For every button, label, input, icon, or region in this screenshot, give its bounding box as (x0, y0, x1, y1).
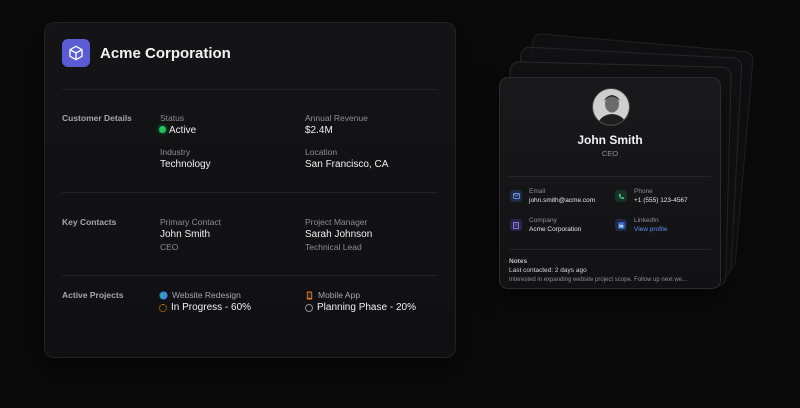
profile-divider (509, 249, 711, 250)
notes-text: Interested in expanding website project … (509, 277, 688, 283)
email-value[interactable]: john.smith@acme.com (529, 197, 595, 204)
phone-label: Phone (634, 188, 653, 195)
revenue-label: Annual Revenue (305, 113, 368, 123)
company-header: Acme Corporation (62, 39, 231, 67)
linkedin-icon: in (615, 219, 627, 231)
cube-icon (62, 39, 90, 67)
project-name: Website Redesign (172, 290, 241, 300)
status-value: Active (169, 125, 197, 136)
linkedin-label: LinkedIn (634, 217, 659, 224)
spinner-icon (159, 303, 167, 312)
header-divider (62, 89, 438, 90)
phone-value[interactable]: +1 (555) 123-4567 (634, 197, 688, 204)
industry-label: Industry (160, 147, 191, 157)
section-label-customer-details: Customer Details (62, 113, 132, 123)
profile-card[interactable]: John Smith CEO Email john.smith@acme.com… (499, 77, 721, 289)
stage: Acme Corporation Customer Details Status… (0, 0, 800, 408)
company-value: Acme Corporation (529, 226, 582, 233)
company-card: Acme Corporation Customer Details Status… (44, 22, 456, 358)
building-icon (510, 219, 522, 231)
primary-contact-name[interactable]: John Smith (160, 229, 210, 240)
location-value: San Francisco, CA (305, 159, 389, 170)
location-label: Location (305, 147, 338, 157)
company-label: Company (529, 217, 557, 224)
globe-icon (159, 290, 168, 300)
profile-role: CEO (601, 149, 619, 158)
mail-icon (510, 190, 522, 202)
industry-value: Technology (160, 159, 211, 170)
notes-label: Notes (509, 258, 528, 265)
svg-text:in: in (619, 223, 623, 228)
project-mobile-app[interactable]: Mobile App (305, 290, 360, 300)
company-name: Acme Corporation (100, 44, 231, 62)
project-manager-label: Project Manager (305, 217, 368, 227)
profile-name: John Smith (577, 133, 643, 147)
status-dot-icon (159, 126, 166, 133)
project-website-redesign[interactable]: Website Redesign (159, 290, 241, 300)
linkedin-profile-link[interactable]: View profile (634, 226, 667, 233)
section-label-active-projects: Active Projects (62, 290, 124, 300)
section-divider (62, 275, 438, 276)
revenue-value: $2.4M (305, 125, 333, 136)
project-manager-role: Technical Lead (305, 242, 362, 252)
phone-icon (615, 190, 627, 202)
mobile-phone-icon (305, 290, 314, 300)
project-status: In Progress - 60% (159, 302, 251, 313)
avatar (592, 88, 630, 126)
section-divider (62, 192, 438, 193)
email-label: Email (529, 188, 546, 195)
primary-contact-role: CEO (160, 242, 179, 252)
status-badge: Active (159, 125, 196, 136)
project-status-text: Planning Phase - 20% (317, 302, 416, 313)
status-label: Status (160, 113, 185, 123)
notes-last-contacted: Last contacted: 2 days ago (509, 267, 587, 274)
section-label-key-contacts: Key Contacts (62, 217, 117, 227)
project-name: Mobile App (318, 290, 361, 300)
project-status: Planning Phase - 20% (305, 302, 416, 313)
profile-divider (509, 176, 711, 177)
circle-outline-icon (305, 303, 313, 312)
project-status-text: In Progress - 60% (171, 302, 252, 313)
project-manager-name[interactable]: Sarah Johnson (305, 229, 372, 240)
primary-contact-label: Primary Contact (160, 217, 221, 227)
